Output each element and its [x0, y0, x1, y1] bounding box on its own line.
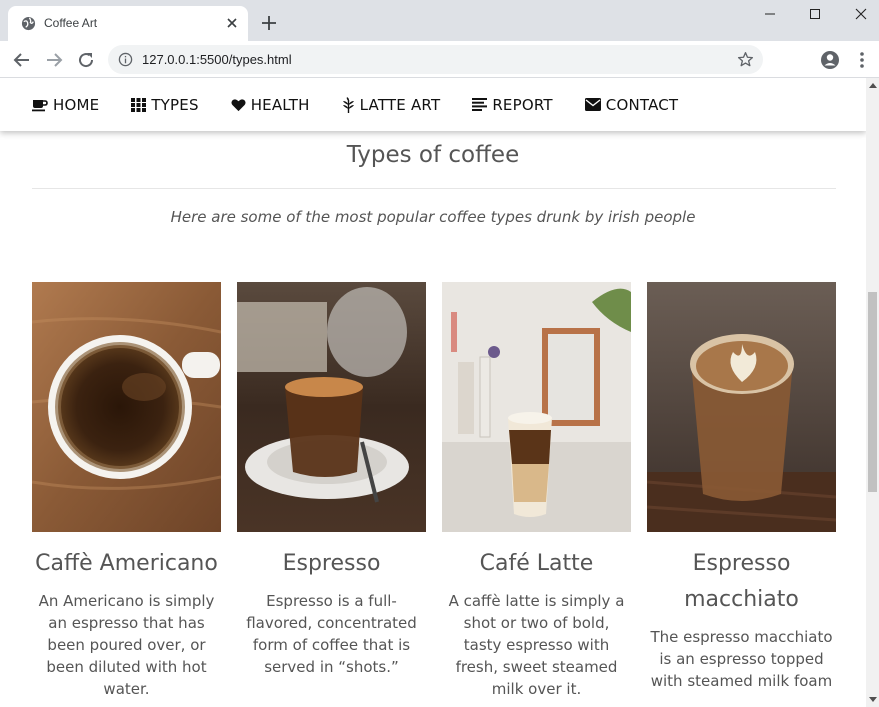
- page-scrollbar[interactable]: [866, 78, 879, 707]
- nav-item-types[interactable]: TYPES: [131, 96, 198, 114]
- macchiato-photo: [647, 282, 836, 532]
- nav-label: TYPES: [151, 95, 199, 114]
- americano-photo: [32, 282, 221, 532]
- card-title: Caffè Americano: [35, 551, 218, 576]
- grid-icon: [131, 97, 147, 112]
- close-tab-icon[interactable]: [224, 15, 240, 31]
- scroll-down-arrow-icon[interactable]: [869, 697, 877, 702]
- nav-item-latte-art[interactable]: LATTE ART: [342, 96, 441, 114]
- close-window-icon: [855, 8, 867, 20]
- tab-title: Coffee Art: [44, 16, 98, 30]
- close-window-button[interactable]: [838, 0, 879, 28]
- minimize-button[interactable]: [747, 0, 793, 28]
- coffee-card: Espresso macchiato The espresso macchiat…: [647, 282, 836, 700]
- profile-button[interactable]: [820, 50, 840, 70]
- envelope-icon: [584, 98, 601, 111]
- bookmark-star-icon[interactable]: [737, 51, 754, 68]
- card-description: An Americano is simply an espresso that …: [38, 592, 215, 698]
- card-title: Espresso: [282, 551, 381, 576]
- browser-toolbar: 127.0.0.1:5500/types.html: [0, 41, 879, 78]
- text-lines-icon: [472, 98, 488, 111]
- card-title: Café Latte: [479, 551, 594, 576]
- forward-button[interactable]: [44, 50, 64, 70]
- nav-label: REPORT: [492, 95, 553, 114]
- browser-tabstrip: Coffee Art: [0, 0, 879, 41]
- page-subtitle: Here are some of the most popular coffee…: [170, 208, 696, 226]
- minimize-icon: [765, 13, 775, 15]
- heart-icon: [231, 98, 246, 111]
- menu-button[interactable]: [852, 50, 872, 70]
- arrow-left-icon: [13, 53, 29, 67]
- card-description: The espresso macchiato is an espresso to…: [650, 628, 833, 690]
- info-icon[interactable]: [118, 52, 133, 67]
- back-button[interactable]: [12, 50, 32, 70]
- reload-icon: [79, 53, 94, 68]
- nav-item-health[interactable]: HEALTH: [231, 96, 310, 114]
- account-icon: [821, 51, 839, 69]
- card-title: Espresso macchiato: [684, 551, 799, 612]
- coffee-card: Espresso Espresso is a full-flavored, co…: [237, 282, 426, 700]
- globe-icon: [21, 16, 36, 31]
- nav-label: LATTE ART: [359, 95, 441, 114]
- nav-item-contact[interactable]: CONTACT: [584, 95, 679, 114]
- browser-tab[interactable]: Coffee Art: [8, 6, 248, 41]
- site-navbar: HOME TYPES HEALTH LATTE ART REPORT CONTA…: [0, 78, 866, 131]
- address-bar[interactable]: 127.0.0.1:5500/types.html: [108, 45, 763, 74]
- coffee-cup-icon: [32, 99, 48, 111]
- card-description: A caffè latte is simply a shot or two of…: [448, 592, 625, 698]
- nav-label: HEALTH: [250, 95, 310, 114]
- nav-label: HOME: [53, 95, 100, 114]
- card-description: Espresso is a full-flavored, concentrate…: [246, 592, 417, 676]
- more-vertical-icon: [860, 52, 864, 68]
- nav-item-report[interactable]: REPORT: [472, 95, 553, 114]
- arrow-right-icon: [47, 53, 63, 67]
- scroll-up-arrow-icon[interactable]: [869, 83, 877, 88]
- coffee-card: Caffè Americano An Americano is simply a…: [32, 282, 221, 700]
- maximize-button[interactable]: [792, 0, 838, 28]
- coffee-card: Café Latte A caffè latte is simply a sho…: [442, 282, 631, 700]
- scrollbar-thumb[interactable]: [868, 292, 877, 492]
- maximize-icon: [810, 9, 820, 19]
- nav-label: CONTACT: [605, 95, 679, 114]
- latte-photo: [442, 282, 631, 532]
- reload-button[interactable]: [76, 50, 96, 70]
- leaf-icon: [342, 96, 354, 113]
- page-viewport: HOME TYPES HEALTH LATTE ART REPORT CONTA…: [0, 78, 866, 707]
- page-title: Types of coffee: [346, 142, 520, 168]
- nav-item-home[interactable]: HOME: [32, 96, 99, 114]
- coffee-card-grid: Caffè Americano An Americano is simply a…: [32, 282, 836, 700]
- divider: [32, 188, 836, 189]
- new-tab-icon[interactable]: [260, 14, 278, 32]
- url-text[interactable]: 127.0.0.1:5500/types.html: [142, 52, 292, 67]
- espresso-photo: [237, 282, 426, 532]
